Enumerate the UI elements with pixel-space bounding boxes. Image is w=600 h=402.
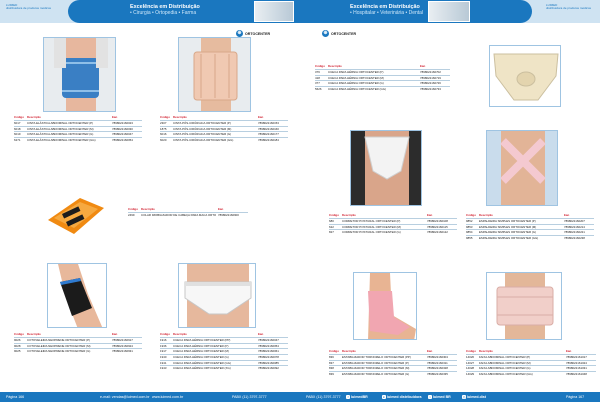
product-image-abdominal-band: [486, 272, 562, 340]
social-2[interactable]: in luimed distribuidora: [382, 394, 422, 399]
cell-desc: COTOVELEIRA NEOPRENE ORTOCENTER (G): [27, 349, 91, 354]
cell-code: 6020: [160, 137, 167, 142]
table-posture-corrector: Código Descrição Ean 680 CORRETOR POSTURAL O…: [329, 213, 457, 235]
cell-ean: 7898022160900: [218, 213, 239, 218]
table-row: 2499 COLAR IMOBILIZADOR DE CABEÇA PARA MA…: [128, 212, 248, 218]
cell-desc: COLAR IMOBILIZADOR DE CABEÇA PARA MACA O…: [141, 213, 216, 218]
table-row: 1943 CUECA PARA HÉRNIA ORTOCENTER (XG) 789…: [160, 365, 288, 371]
table-ankle-stabilizer: Código Descrição Ean 836 ESTABILIZADOR TORNO…: [329, 349, 457, 377]
cell-ean: 7898022161048: [566, 371, 587, 376]
cell-ean: 7898022160122: [427, 230, 448, 235]
cell-code: 6271: [14, 137, 21, 142]
cell-code: 9025: [14, 349, 21, 354]
cell-desc: ESPALDEIRA SIMPLES ORTOCENTER (GG): [479, 235, 539, 240]
table-row: 5626 CUECA PARA HÉRNIA ORTOCENTER (GG) 789…: [315, 85, 450, 92]
product-image-abdominal-belt: [43, 37, 116, 112]
logo-right: LUIMED distribuidora de produtos médicos: [546, 3, 592, 10]
header-title: Excelência em Distribuição • Cirurgia • O…: [130, 4, 200, 16]
cell-code: 839: [329, 371, 334, 376]
footer-email[interactable]: e-mail: vendas@luimed.com.br: [100, 395, 150, 399]
header-band: LUIMED distribuidora de produtos médicos …: [0, 0, 300, 23]
cell-ean: 7898022160184: [258, 137, 279, 142]
table-row: 6020 CINTA PÓS-CIRÚRGICA ORTOCENTER (GG) 7…: [160, 136, 288, 143]
cell-code: 14029: [466, 371, 475, 376]
header-title-right: Excelência em Distribuição • Hospitalar •…: [350, 4, 424, 16]
cell-desc: CUECA PARA HÉRNIA ORTOCENTER (GG): [328, 86, 386, 91]
table-row: 6271 CINTA ELÁSTICA ABDOMINAL ORTOCENTER …: [14, 136, 142, 143]
header-photo-right-2: [428, 1, 470, 22]
cell-desc: ESTABILIZADOR TORNOZELO ORTOCENTER (G): [342, 371, 410, 376]
table-row: 827 CORRETOR POSTURAL ORTOCENTER (G) 78980…: [329, 229, 457, 235]
product-image-post-surgical-belt: [178, 37, 251, 112]
product-image-ankle-stabilizer: [353, 272, 417, 340]
table-hernia-brief-2: Código Descrição Ean 376 CUECA PARA HÉRNIA O…: [315, 64, 450, 92]
cell-code: 827: [329, 230, 334, 235]
cell-ean: 7898022160733: [420, 86, 441, 91]
table-abdominal-belt: Código Descrição Ean 6017 CINTA ELÁSTICA ABD…: [14, 115, 142, 143]
table-shoulder-brace: Código Descrição Ean 9852 ESPALDEIRA SIMPLES…: [466, 213, 594, 241]
cell-ean: 7898022160931: [112, 349, 133, 354]
product-image-hernia-brief: [178, 263, 256, 328]
cell-code: 1943: [160, 366, 167, 371]
table-head-immobilizer: Código Descrição Ean 2499 COLAR IMOBILIZADOR…: [128, 207, 248, 218]
cell-ean: 7898022160054: [112, 137, 133, 142]
header-band-right: Excelência em Distribuição • Hospitalar •…: [300, 0, 600, 23]
footer-site[interactable]: www.luimed.com.br: [152, 395, 183, 399]
cell-desc: CORRETOR POSTURAL ORTOCENTER (G): [342, 230, 401, 235]
cell-desc: FAIXA ABDOMINAL ORTOCENTER (GG): [479, 371, 533, 376]
social-4[interactable]: ◎ luimed.dist: [462, 394, 486, 399]
table-elbow-support: Código Descrição Ean 9026 COTOVELEIRA NEOPRE…: [14, 332, 142, 354]
cell-ean: 7898022160092: [258, 366, 279, 371]
page-number-right: Página 167: [566, 394, 585, 399]
table-row: 9855 ESPALDEIRA SIMPLES ORTOCENTER (GG) 78…: [466, 234, 594, 241]
left-page: LUIMED distribuidora de produtos médicos …: [0, 0, 300, 402]
brand-badge: ⊕ ORTOCENTER: [236, 30, 271, 37]
cell-desc: CINTA PÓS-CIRÚRGICA ORTOCENTER (GG): [173, 137, 234, 142]
product-image-shoulder-brace: [486, 130, 558, 206]
footer-right: PABX (11) 3797-3777 f luimedBR in luimed d…: [300, 392, 600, 402]
brand-badge-right: ⊕ ORTOCENTER: [322, 30, 357, 37]
header-photo: [254, 1, 294, 22]
social-3[interactable]: t luimed BR: [428, 394, 451, 399]
cell-desc: CUECA PARA HÉRNIA ORTOCENTER (XG): [173, 366, 231, 371]
footer-phone: PABX (11) 3797-3777: [232, 394, 267, 399]
table-row: 9025 COTOVELEIRA NEOPRENE ORTOCENTER (G) 7…: [14, 348, 142, 354]
product-image-head-immobilizer: [40, 190, 110, 240]
product-image-elbow-support: [47, 263, 107, 328]
table-row: 14029 FAIXA ABDOMINAL ORTOCENTER (GG) 7898…: [466, 370, 596, 377]
cell-code: 5626: [315, 86, 322, 91]
table-hernia-brief: Código Descrição Ean 1916 CUECA PARA HÉRNIA …: [160, 332, 288, 371]
cell-desc: CINTA ELÁSTICA ABDOMINAL ORTOCENTER (GG): [27, 137, 96, 142]
cell-code: 9855: [466, 235, 473, 240]
logo: LUIMED distribuidora de produtos médicos: [6, 3, 52, 10]
footer-phone-right: PABX (11) 3797-3777: [306, 394, 341, 399]
cell-ean: 7898022160238: [564, 235, 585, 240]
product-image-posture-corrector: [350, 130, 422, 206]
table-post-surgical-belt: Código Descrição Ean 2307 CINTA PÓS-CIRÚRGIC…: [160, 115, 288, 143]
page-number-left: Página 166: [6, 394, 25, 399]
footer: Página 166 e-mail: vendas@luimed.com.br …: [0, 392, 300, 402]
right-page: Excelência em Distribuição • Hospitalar •…: [300, 0, 600, 402]
table-row: 839 ESTABILIZADOR TORNOZELO ORTOCENTER (G…: [329, 370, 457, 377]
social-1[interactable]: f luimedBR: [346, 394, 368, 399]
table-abdominal-band: Código Descrição Ean 14026 FAIXA ABDOMINAL O…: [466, 349, 596, 377]
product-image-hernia-belt: [489, 45, 561, 107]
cell-code: 2499: [128, 213, 135, 218]
cell-ean: 7898022160335: [427, 371, 448, 376]
